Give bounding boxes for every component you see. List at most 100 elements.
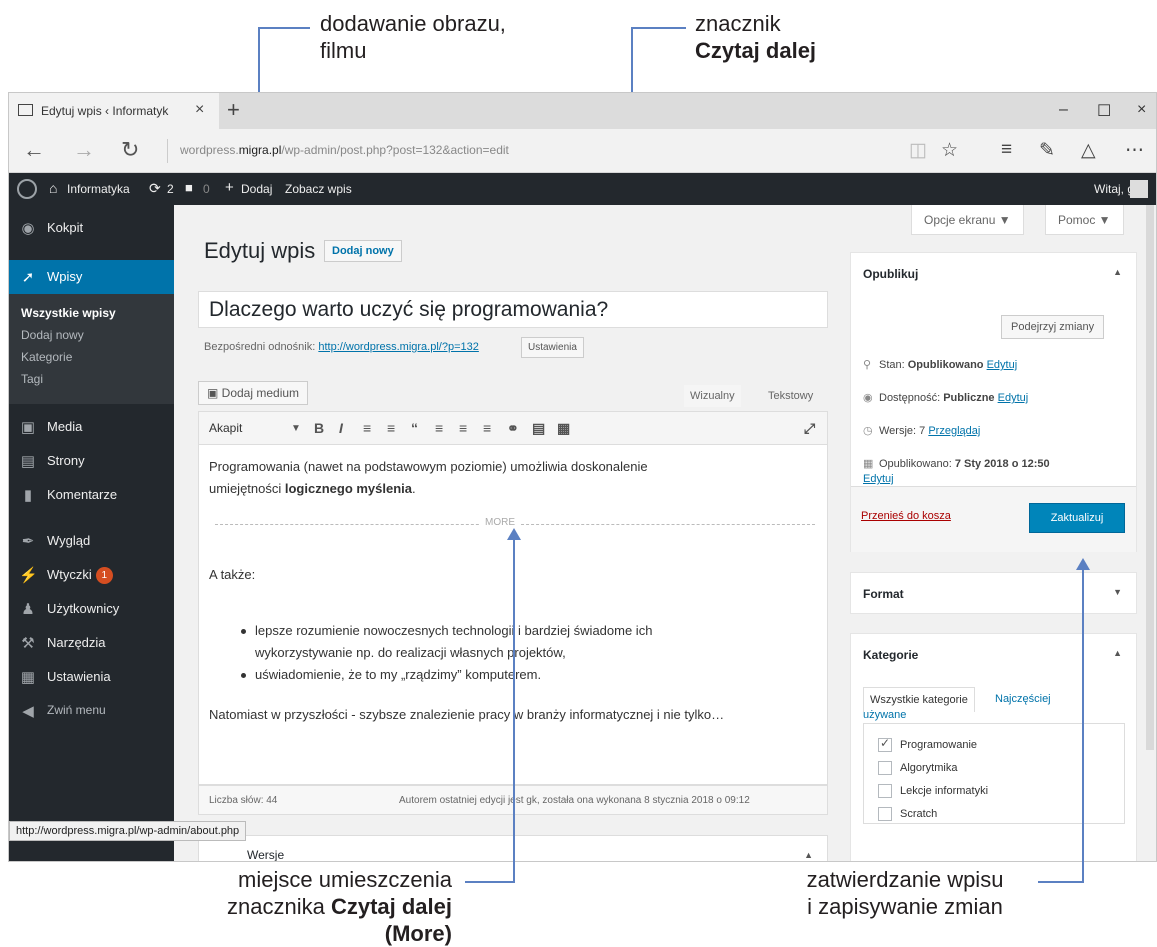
minimize-icon[interactable]: – [1059, 101, 1068, 119]
admin-sidebar: ◉ Kokpit ➚ Wpisy Wszystkie wpisy Dodaj n… [9, 205, 174, 861]
format-select[interactable]: Akapit [209, 421, 242, 435]
update-button[interactable]: Zaktualizuj [1029, 503, 1125, 533]
guide-arrow-update [1076, 558, 1090, 570]
submenu-tags[interactable]: Tagi [21, 372, 43, 386]
category-checkbox[interactable] [878, 736, 892, 752]
add-new-button[interactable]: Dodaj nowy [324, 240, 402, 262]
revisions-box-toggle-icon[interactable]: ▲ [804, 850, 813, 860]
comments-icon[interactable]: ■ [185, 180, 193, 195]
guide-line-update-vertical [1082, 568, 1084, 882]
more-tag-label: MORE [479, 517, 521, 528]
more-actions-icon[interactable]: ⋯ [1125, 139, 1144, 162]
sidebar-item-dashboard[interactable]: ◉ Kokpit [9, 211, 174, 245]
add-media-button[interactable]: ▣ Dodaj medium [198, 381, 309, 405]
hub-icon[interactable]: ≡ [1001, 139, 1012, 161]
paragraph-1-line-2: umiejętności logicznego myślenia. [209, 481, 416, 496]
post-title-input[interactable]: Dlaczego warto uczyć się programowania? [198, 291, 828, 328]
category-item[interactable]: Lekcje informatyki [878, 784, 988, 798]
italic-icon[interactable]: I [339, 420, 343, 436]
fullscreen-icon[interactable]: ⤢ [804, 420, 815, 437]
sidebar-item-posts[interactable]: ➚ Wpisy [9, 260, 174, 294]
add-new-plus-icon[interactable]: + [225, 179, 234, 196]
sidebar-item-tools[interactable]: ⚒ Narzędzia [9, 626, 174, 660]
edit-date-link[interactable]: Edytuj [863, 473, 894, 485]
wordpress-logo-icon[interactable] [17, 179, 37, 199]
link-icon[interactable]: ⚭ [507, 420, 519, 437]
tab-most-used-line-2[interactable]: używane [863, 707, 906, 723]
permalink-link[interactable]: http://wordpress.migra.pl/?p=132 [318, 341, 479, 353]
editor-toolbar: Akapit ▼ B I ≡ ≡ “ ≡ ≡ ≡ ⚭ ▤ ▦ ⤢ [198, 411, 828, 445]
view-post-link[interactable]: Zobacz wpis [285, 182, 352, 196]
reading-view-icon[interactable]: ◫ [909, 139, 927, 162]
read-more-tag-icon[interactable]: ▤ [532, 420, 545, 437]
bullet-1-marker [241, 629, 246, 634]
submenu-add-new[interactable]: Dodaj nowy [21, 328, 84, 342]
help-button[interactable]: Pomoc ▼ [1045, 205, 1124, 235]
edit-visibility-link[interactable]: Edytuj [998, 392, 1029, 404]
new-tab-icon[interactable]: + [227, 97, 240, 123]
screen-options-button[interactable]: Opcje ekranu ▼ [911, 205, 1024, 235]
tab-visual[interactable]: Wizualny [684, 385, 741, 407]
category-item[interactable]: Scratch [878, 807, 937, 821]
blockquote-icon[interactable]: “ [411, 420, 418, 436]
align-left-icon[interactable]: ≡ [435, 420, 443, 436]
back-icon[interactable]: ← [23, 137, 45, 163]
category-checkbox[interactable] [878, 784, 892, 798]
permalink-settings-button[interactable]: Ustawienia [521, 337, 584, 358]
word-count: Liczba słów: 44 [209, 795, 278, 806]
move-to-trash-link[interactable]: Przenieś do kosza [861, 510, 951, 522]
numbered-list-icon[interactable]: ≡ [387, 420, 395, 436]
refresh-icon[interactable]: ↻ [121, 137, 139, 163]
close-window-icon[interactable]: × [1137, 101, 1146, 119]
pin-icon: ➚ [21, 269, 35, 286]
tab-text[interactable]: Tekstowy [762, 385, 819, 407]
format-box: Format ▼ [850, 572, 1137, 614]
category-item[interactable]: Algorytmika [878, 761, 957, 775]
maximize-icon[interactable]: ☐ [1097, 101, 1111, 121]
also-text: A także: [209, 567, 256, 582]
tab-most-used[interactable]: Najczęściej [995, 691, 1051, 707]
browse-revisions-link[interactable]: Przeglądaj [928, 425, 980, 437]
toolbar-toggle-icon[interactable]: ▦ [557, 420, 570, 437]
category-checkbox[interactable] [878, 807, 892, 821]
sidebar-item-comments[interactable]: ▮ Komentarze [9, 478, 174, 512]
sidebar-item-appearance[interactable]: ✒ Wygląd [9, 524, 174, 558]
format-box-title: Format [863, 587, 904, 601]
annotation-add-media: dodawanie obrazu, filmu [320, 11, 506, 63]
paragraph-2: Natomiast w przyszłości - szybsze znalez… [209, 707, 725, 722]
bold-icon[interactable]: B [314, 420, 324, 436]
share-icon[interactable]: △ [1081, 139, 1096, 162]
updates-icon[interactable]: ⟳ [149, 180, 161, 197]
sidebar-item-pages[interactable]: ▤ Strony [9, 444, 174, 478]
submenu-categories[interactable]: Kategorie [21, 350, 72, 364]
category-item[interactable]: Programowanie [878, 736, 977, 752]
browser-tab[interactable]: Edytuj wpis ‹ Informatyk × [9, 93, 219, 129]
format-dropdown-icon[interactable]: ▼ [291, 423, 301, 434]
sidebar-item-media[interactable]: ▣ Media [9, 410, 174, 444]
page-scrollbar[interactable] [1146, 205, 1154, 750]
admin-bar-add-link[interactable]: Dodaj [241, 182, 272, 196]
site-name-link[interactable]: Informatyka [67, 182, 130, 196]
sidebar-collapse-menu[interactable]: ◀ Zwiń menu [9, 694, 174, 728]
favorite-star-icon[interactable]: ☆ [941, 139, 958, 162]
sidebar-item-plugins[interactable]: ⚡ Wtyczki 1 [9, 558, 174, 592]
page-icon [18, 104, 33, 116]
bulleted-list-icon[interactable]: ≡ [363, 420, 371, 436]
submenu-all-posts[interactable]: Wszystkie wpisy [21, 306, 116, 320]
edit-status-link[interactable]: Edytuj [987, 359, 1018, 371]
close-tab-icon[interactable]: × [195, 101, 204, 119]
category-checkbox[interactable] [878, 761, 892, 775]
categories-box-toggle-icon[interactable]: ▲ [1113, 648, 1122, 658]
web-note-icon[interactable]: ✎ [1039, 139, 1055, 162]
sidebar-item-settings[interactable]: ▦ Ustawienia [9, 660, 174, 694]
align-right-icon[interactable]: ≡ [483, 420, 491, 436]
history-icon: ◷ [863, 425, 873, 437]
format-box-toggle-icon[interactable]: ▼ [1113, 587, 1122, 597]
sidebar-item-users[interactable]: ♟ Użytkownicy [9, 592, 174, 626]
url-field[interactable]: wordpress.migra.pl/wp-admin/post.php?pos… [167, 139, 887, 163]
avatar[interactable] [1130, 180, 1148, 198]
publish-box-toggle-icon[interactable]: ▲ [1113, 267, 1122, 277]
align-center-icon[interactable]: ≡ [459, 420, 467, 436]
preview-changes-button[interactable]: Podejrzyj zmiany [1001, 315, 1105, 339]
forward-icon[interactable]: → [73, 137, 95, 163]
